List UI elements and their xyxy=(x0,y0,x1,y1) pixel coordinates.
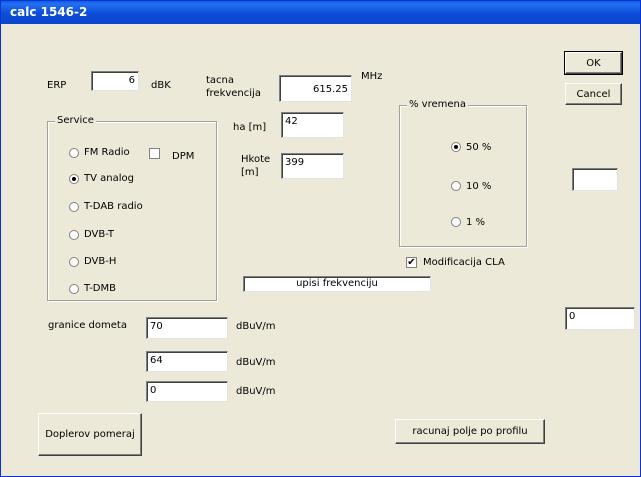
granice-input-3[interactable]: 0 xyxy=(146,381,228,402)
service-label-dvbh: DVB-H xyxy=(84,256,117,267)
cancel-button[interactable]: Cancel xyxy=(565,83,622,105)
granice-unit-3: dBuV/m xyxy=(236,386,276,397)
ok-button[interactable]: OK xyxy=(564,51,623,75)
granice-unit-1: dBuV/m xyxy=(236,321,276,332)
hkote-label-line2: [m] xyxy=(241,167,259,178)
right-value-input[interactable]: 0 xyxy=(565,307,635,330)
doppler-shift-button[interactable]: Doplerov pomeraj xyxy=(38,413,142,456)
service-radio-dvbt[interactable] xyxy=(69,230,79,240)
ha-label: ha [m] xyxy=(233,122,267,133)
service-label-tdab: T-DAB radio xyxy=(84,201,143,212)
calculate-profile-button[interactable]: racunaj polje po profilu xyxy=(395,419,545,444)
time-radio-1[interactable] xyxy=(451,217,461,227)
service-label-fm: FM Radio xyxy=(84,147,130,158)
granice-input-2[interactable]: 64 xyxy=(146,351,228,372)
service-radio-dvbh[interactable] xyxy=(69,257,79,267)
dialog-window: calc 1546-2 ERP 6 dBK tacna frekvencija … xyxy=(0,0,641,477)
freq-label-line2: frekvencija xyxy=(206,88,261,99)
dpm-checkbox[interactable] xyxy=(149,148,160,159)
erp-unit-label: dBK xyxy=(151,80,171,91)
time-label-1: 1 % xyxy=(466,217,486,228)
freq-unit-label: MHz xyxy=(361,71,383,82)
hkote-input[interactable]: 399 xyxy=(281,153,344,179)
modifikacija-checkbox[interactable]: ✔ xyxy=(406,257,417,268)
title-bar: calc 1546-2 xyxy=(1,1,640,24)
hkote-label-line1: Hkote xyxy=(241,154,271,165)
service-label-tdmb: T-DMB xyxy=(84,283,116,294)
service-radio-fm[interactable] xyxy=(69,148,79,158)
service-label-tv-analog: TV analog xyxy=(84,173,134,184)
time-percent-legend: % vremena xyxy=(407,99,469,110)
granice-input-1[interactable]: 70 xyxy=(146,317,228,339)
service-label-dvbt: DVB-T xyxy=(84,229,115,240)
time-radio-50[interactable] xyxy=(451,142,461,152)
dpm-label: DPM xyxy=(172,151,195,162)
time-label-10: 10 % xyxy=(466,181,492,192)
service-radio-tdab[interactable] xyxy=(69,202,79,212)
service-radio-tv-analog[interactable] xyxy=(69,174,79,184)
service-radio-tdmb[interactable] xyxy=(69,284,79,294)
right-blank-input[interactable] xyxy=(572,168,618,191)
granice-unit-2: dBuV/m xyxy=(236,357,276,368)
time-label-50: 50 % xyxy=(466,142,492,153)
granice-label: granice dometa xyxy=(48,320,127,331)
modifikacija-label: Modificacija CLA xyxy=(423,257,505,268)
erp-input[interactable]: 6 xyxy=(91,71,139,91)
ha-input[interactable]: 42 xyxy=(281,112,344,138)
erp-label: ERP xyxy=(47,80,67,91)
service-legend: Service xyxy=(55,115,96,126)
freq-label-line1: tacna xyxy=(206,75,235,86)
frequency-input[interactable]: 615.25 xyxy=(279,75,352,102)
time-percent-group xyxy=(399,105,527,247)
time-radio-10[interactable] xyxy=(451,181,461,191)
window-title: calc 1546-2 xyxy=(10,5,88,19)
status-field: upisi frekvenciju xyxy=(243,276,431,292)
